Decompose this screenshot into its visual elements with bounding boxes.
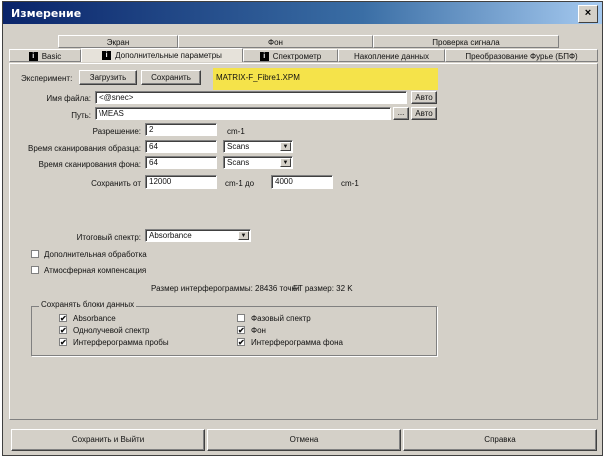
sample-interferogram-checkbox[interactable]: ✔ (59, 338, 67, 347)
path-input[interactable]: \MEAS (95, 107, 391, 120)
title-bar: Измерение × (3, 2, 602, 24)
ft-size: FT размер: 32 K (293, 284, 353, 293)
tab-advanced-parameters[interactable]: i Дополнительные параметры (81, 48, 243, 62)
sample-scan-unit-select[interactable]: Scans ▼ (223, 140, 293, 153)
path-label: Путь: (71, 111, 91, 120)
cancel-button[interactable]: Отмена (207, 429, 401, 451)
browse-button[interactable]: ... (393, 107, 409, 120)
experiment-filename: MATRIX-F_Fibre1.XPM (213, 68, 438, 90)
tab-screen[interactable]: Экран (58, 35, 178, 48)
info-icon: i (28, 52, 38, 62)
chevron-down-icon: ▼ (280, 158, 291, 167)
measurement-dialog: Измерение × Экран Фон Проверка сигнала i… (2, 1, 603, 456)
save-from-mid-unit: cm-1 до (225, 179, 255, 188)
chevron-down-icon: ▼ (238, 231, 249, 240)
background-scan-unit-select[interactable]: Scans ▼ (223, 156, 293, 169)
tab-basic[interactable]: i Basic (9, 49, 81, 62)
absorbance-checkbox[interactable]: ✔ (59, 314, 67, 323)
chevron-down-icon: ▼ (280, 142, 291, 151)
tab-signal-check[interactable]: Проверка сигнала (373, 35, 559, 48)
interferogram-size: Размер интерферограммы: 28436 точки (151, 284, 300, 293)
atmospheric-compensation-label: Атмосферная компенсация (44, 266, 147, 275)
sample-scan-input[interactable]: 64 (145, 140, 217, 153)
file-name-input[interactable]: <@snec> (95, 91, 407, 104)
info-icon: i (259, 52, 269, 62)
save-from-label: Сохранить от (91, 179, 141, 188)
atmospheric-compensation-checkbox[interactable] (31, 266, 39, 274)
resolution-label: Разрешение: (92, 127, 141, 136)
save-button[interactable]: Сохранить (141, 70, 201, 85)
file-name-label: Имя файла: (46, 94, 91, 103)
path-auto-button[interactable]: Авто (411, 107, 437, 120)
resolution-unit: cm-1 (227, 127, 245, 136)
result-spectrum-select[interactable]: Absorbance ▼ (145, 229, 251, 242)
additional-processing-label: Дополнительная обработка (44, 250, 147, 259)
background-scan-input[interactable]: 64 (145, 156, 217, 169)
tab-fourier-transform[interactable]: Преобразование Фурье (БПФ) (445, 49, 598, 62)
absorbance-label: Absorbance (73, 314, 116, 323)
result-spectrum-label: Итоговый спектр: (76, 233, 141, 242)
single-beam-checkbox[interactable]: ✔ (59, 326, 67, 335)
close-icon[interactable]: × (578, 5, 598, 23)
save-to-input[interactable]: 4000 (271, 175, 333, 189)
tab-background[interactable]: Фон (178, 35, 373, 48)
window-title: Измерение (11, 7, 82, 20)
info-icon: i (102, 51, 112, 61)
additional-processing-checkbox[interactable] (31, 250, 39, 258)
resolution-input[interactable]: 2 (145, 123, 217, 136)
background-label: Фон (251, 326, 266, 335)
phase-spectrum-checkbox[interactable] (237, 314, 245, 322)
sample-interferogram-label: Интерферограмма пробы (73, 338, 169, 347)
phase-spectrum-label: Фазовый спектр (251, 314, 311, 323)
background-interferogram-label: Интерферограмма фона (251, 338, 343, 347)
sample-scan-label: Время сканирования образца: (27, 144, 141, 153)
background-interferogram-checkbox[interactable]: ✔ (237, 338, 245, 347)
experiment-label: Эксперимент: (21, 74, 73, 83)
single-beam-label: Однолучевой спектр (73, 326, 150, 335)
save-from-input[interactable]: 12000 (145, 175, 217, 189)
save-and-exit-button[interactable]: Сохранить и Выйти (11, 429, 205, 451)
load-button[interactable]: Загрузить (79, 70, 137, 85)
tab-spectrometer[interactable]: i Спектрометр (243, 49, 338, 62)
file-name-auto-button[interactable]: Авто (411, 91, 437, 104)
save-blocks-title: Сохранять блоки данных (39, 300, 137, 309)
tab-data-accumulation[interactable]: Накопление данных (338, 49, 445, 62)
help-button[interactable]: Справка (403, 429, 597, 451)
save-to-unit: cm-1 (341, 179, 359, 188)
background-checkbox[interactable]: ✔ (237, 326, 245, 335)
background-scan-label: Время сканирования фона: (38, 160, 141, 169)
